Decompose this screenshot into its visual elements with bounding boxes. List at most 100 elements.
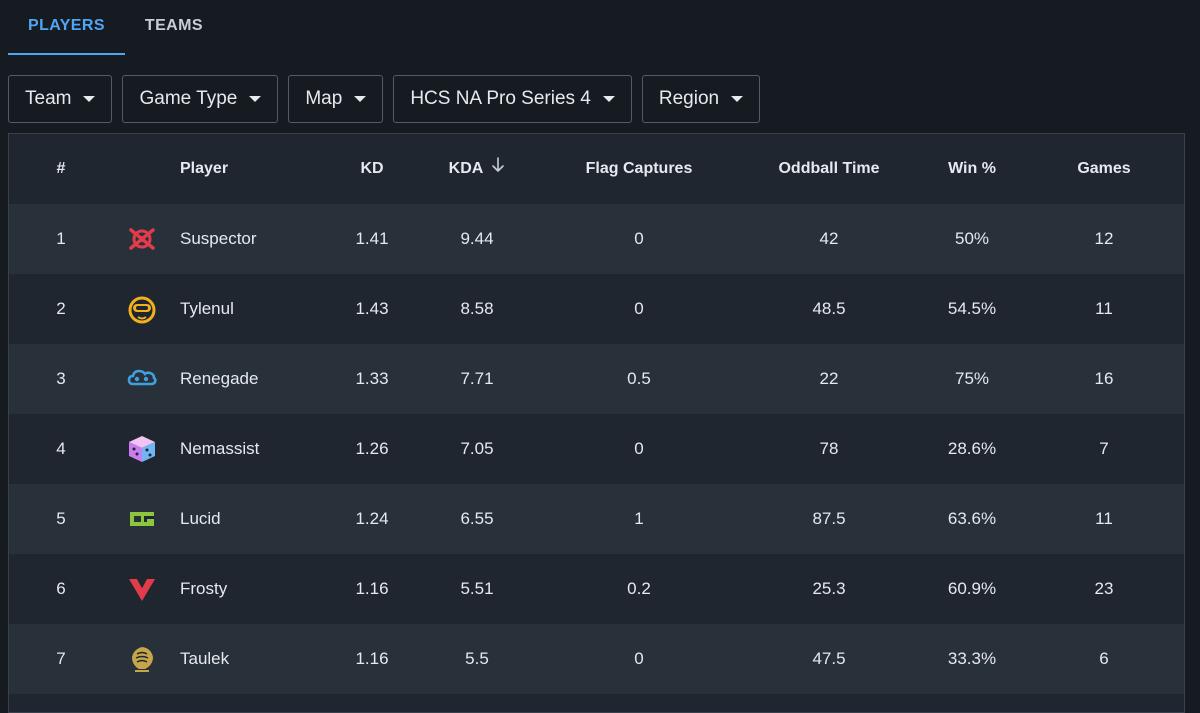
win-percent-cell: 50%	[954, 229, 990, 248]
dice-logo-icon	[127, 434, 157, 464]
caret-down-icon	[602, 96, 615, 102]
table-header-row: # Player KD KDA Flag Captures Oddball Ti…	[9, 134, 1184, 204]
team-filter-dropdown[interactable]: Team	[8, 75, 113, 123]
game-type-filter-dropdown[interactable]: Game Type	[122, 75, 279, 123]
kda-cell: 5.5	[465, 649, 489, 668]
flag-captures-cell: 0	[634, 649, 644, 668]
rank-cell: 3	[56, 369, 66, 388]
flag-captures-cell: 1	[634, 509, 644, 528]
rank-cell: 7	[56, 649, 66, 668]
flag-captures-cell: 0	[634, 299, 644, 318]
win-percent-column-header[interactable]: Win %	[932, 134, 1012, 204]
tab-bar: PLAYERS TEAMS	[8, 0, 223, 55]
game-type-filter-label: Game Type	[139, 88, 238, 109]
flag-captures-cell: 0	[634, 439, 644, 458]
player-name[interactable]: Nemassist	[180, 414, 259, 484]
player-name[interactable]: Taulek	[180, 624, 229, 694]
games-cell: 23	[1094, 579, 1114, 598]
caret-down-icon	[249, 96, 262, 102]
flag-captures-cell: 0.5	[627, 369, 651, 388]
cloud9-logo-icon	[127, 364, 157, 394]
kda-column-label: KDA	[448, 160, 484, 178]
tab-players[interactable]: PLAYERS	[8, 0, 125, 55]
rank-cell: 2	[56, 299, 66, 318]
rank-cell: 4	[56, 439, 66, 458]
table-row[interactable]: 6 Frosty 1.16 5.51 0.2 25.3 60.9% 23	[9, 554, 1184, 624]
kd-cell: 1.26	[355, 439, 389, 458]
win-percent-cell: 28.6%	[947, 439, 997, 458]
oddball-time-cell: 47.5	[812, 649, 846, 668]
sort-descending-icon	[491, 134, 505, 204]
table-row[interactable]: 5 Lucid 1.24 6.55 1 87.5 63.6% 11	[9, 484, 1184, 554]
win-percent-cell: 54.5%	[947, 299, 997, 318]
games-cell: 16	[1094, 369, 1114, 388]
games-column-header[interactable]: Games	[1064, 134, 1144, 204]
kda-cell: 8.58	[460, 299, 494, 318]
kd-cell: 1.24	[355, 509, 389, 528]
kd-cell: 1.33	[355, 369, 389, 388]
flag-captures-cell: 0	[634, 229, 644, 248]
player-stats-table: # Player KD KDA Flag Captures Oddball Ti…	[8, 133, 1185, 713]
table-row[interactable]: 2 Tylenul 1.43 8.58 0 48.5 54.5% 11	[9, 274, 1184, 344]
oddball-time-column-header[interactable]: Oddball Time	[754, 134, 904, 204]
sentinels-logo-icon	[127, 224, 157, 254]
caret-down-icon	[354, 96, 367, 102]
kd-cell: 1.16	[355, 649, 389, 668]
kd-cell: 1.16	[355, 579, 389, 598]
kda-cell: 5.51	[460, 579, 494, 598]
table-row[interactable]: 7 Taulek 1.16 5.5 0 47.5 33.3% 6	[9, 624, 1184, 694]
spacestation-logo-icon	[127, 294, 157, 324]
games-cell: 7	[1099, 439, 1109, 458]
player-name[interactable]: Lucid	[180, 484, 221, 554]
rank-column-header[interactable]: #	[51, 134, 71, 204]
win-percent-cell: 60.9%	[947, 579, 997, 598]
rank-cell: 1	[56, 229, 66, 248]
event-filter-dropdown[interactable]: HCS NA Pro Series 4	[393, 75, 632, 123]
flag-captures-column-header[interactable]: Flag Captures	[559, 134, 719, 204]
region-filter-dropdown[interactable]: Region	[641, 75, 761, 123]
oddball-time-cell: 22	[819, 369, 839, 388]
player-name[interactable]: Suspector	[180, 204, 257, 274]
rank-cell: 6	[56, 579, 66, 598]
games-cell: 11	[1095, 299, 1113, 318]
oddball-time-cell: 25.3	[812, 579, 846, 598]
optic-logo-icon	[127, 504, 157, 534]
oddball-time-cell: 42	[819, 229, 839, 248]
flag-captures-cell: 0.2	[627, 579, 651, 598]
table-row[interactable]: 1 Suspector 1.41 9.44 0 42 50% 12	[9, 204, 1184, 274]
oddball-time-cell: 48.5	[812, 299, 846, 318]
kd-cell: 1.41	[355, 229, 389, 248]
kda-cell: 7.05	[460, 439, 494, 458]
map-filter-label: Map	[305, 88, 343, 109]
region-filter-label: Region	[658, 88, 720, 109]
kda-cell: 6.55	[460, 509, 494, 528]
games-cell: 6	[1099, 649, 1109, 668]
sentinels-v-logo-icon	[127, 574, 157, 604]
table-row[interactable]: 3 Renegade 1.33 7.71 0.5 22 75% 16	[9, 344, 1184, 414]
games-cell: 12	[1094, 229, 1114, 248]
games-cell: 11	[1095, 509, 1113, 528]
oddball-time-cell: 78	[819, 439, 839, 458]
kd-column-header[interactable]: KD	[342, 134, 402, 204]
filter-bar: Team Game Type Map HCS NA Pro Series 4 R…	[8, 75, 761, 123]
win-percent-cell: 75%	[954, 369, 990, 388]
win-percent-cell: 33.3%	[947, 649, 997, 668]
oddball-time-cell: 87.5	[812, 509, 846, 528]
caret-down-icon	[731, 96, 744, 102]
kd-cell: 1.43	[355, 299, 389, 318]
map-filter-dropdown[interactable]: Map	[288, 75, 384, 123]
kda-cell: 7.71	[460, 369, 494, 388]
table-row[interactable]: 4 Nemassist 1.26 7.05 0 78 28.6% 7	[9, 414, 1184, 484]
lion-logo-icon	[127, 644, 157, 674]
player-name[interactable]: Renegade	[180, 344, 258, 414]
kda-column-header[interactable]: KDA	[442, 134, 512, 204]
team-filter-label: Team	[25, 88, 72, 109]
win-percent-cell: 63.6%	[947, 509, 997, 528]
tab-teams[interactable]: TEAMS	[125, 0, 223, 55]
caret-down-icon	[83, 96, 96, 102]
event-filter-label: HCS NA Pro Series 4	[410, 88, 591, 109]
player-column-header[interactable]: Player	[180, 134, 228, 204]
player-name[interactable]: Frosty	[180, 554, 227, 624]
player-name[interactable]: Tylenul	[180, 274, 234, 344]
rank-cell: 5	[56, 509, 66, 528]
